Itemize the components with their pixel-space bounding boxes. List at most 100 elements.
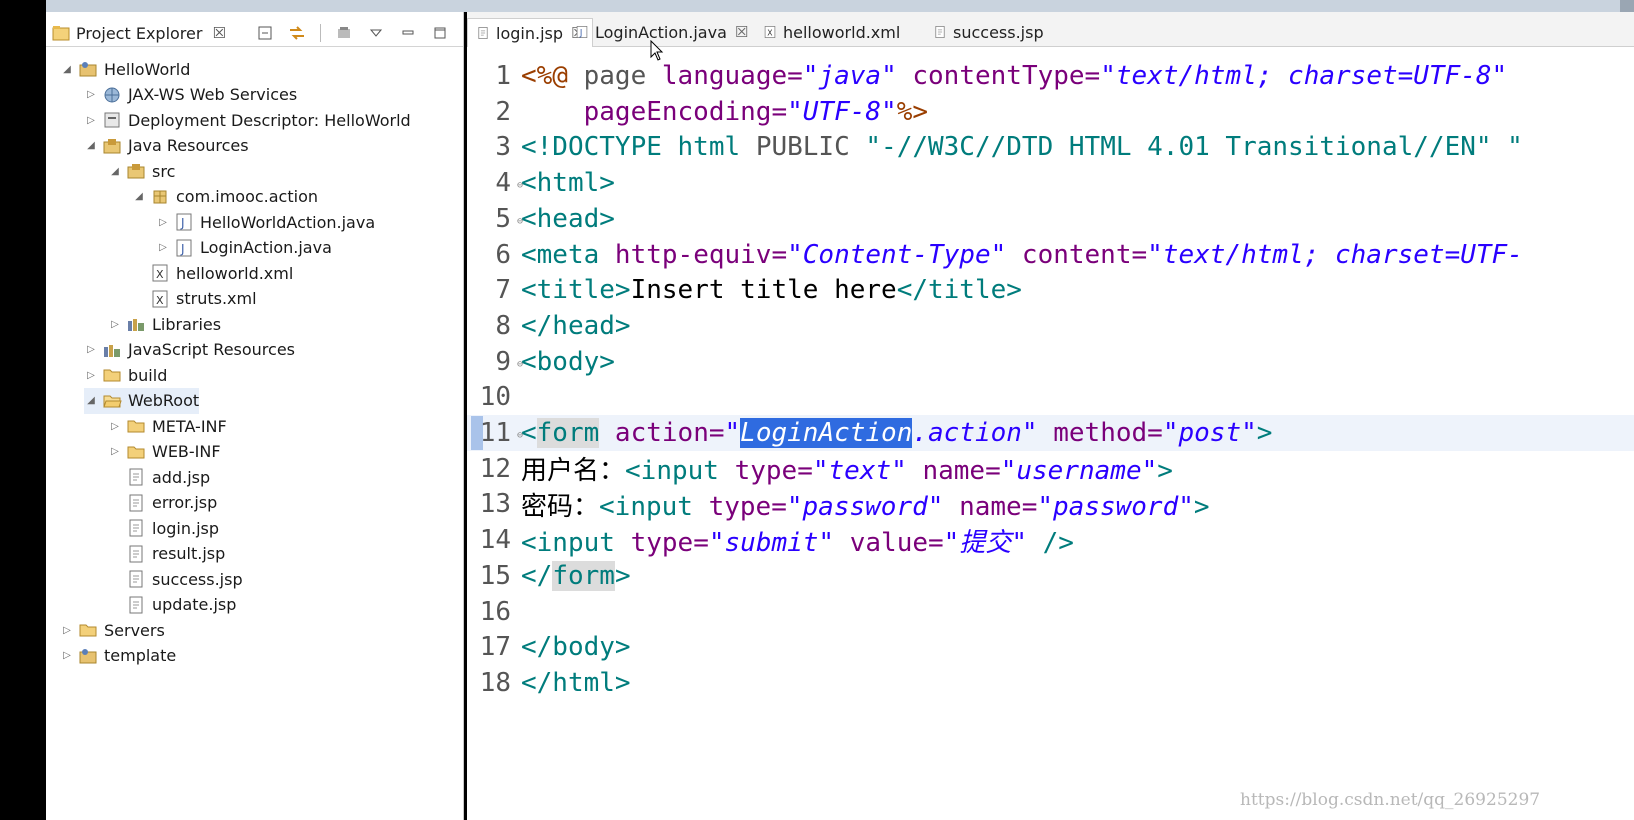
code-text: <meta http-equiv="Content-Type" content=… bbox=[515, 240, 1523, 270]
folder-icon bbox=[126, 443, 146, 461]
collapsed-arrow-icon[interactable]: ▷ bbox=[108, 421, 122, 432]
tree-item[interactable]: ▷ JavaScript Resources bbox=[84, 337, 295, 363]
jsp-file-icon bbox=[476, 25, 490, 41]
tree-item[interactable]: Xhelloworld.xml bbox=[132, 260, 293, 286]
code-line[interactable]: 3 <!DOCTYPE html PUBLIC "-//W3C//DTD HTML… bbox=[467, 129, 1634, 165]
code-line[interactable]: 14 <input type="submit" value="提交" /> bbox=[467, 522, 1634, 558]
tree-item[interactable]: ▷ J LoginAction.java bbox=[156, 235, 332, 261]
code-line[interactable]: 13 密码：<input type="password" name="passwo… bbox=[467, 486, 1634, 522]
code-line[interactable]: 10 bbox=[467, 379, 1634, 415]
minimize-icon[interactable] bbox=[399, 25, 417, 41]
scroll-thumb[interactable] bbox=[1620, 0, 1634, 12]
code-token: </title> bbox=[896, 275, 1022, 306]
tree-item[interactable]: ◢ Java Resources bbox=[84, 133, 248, 159]
code-token: method= bbox=[1037, 418, 1163, 448]
fold-icon[interactable]: ⊖ bbox=[517, 430, 523, 441]
code-line[interactable]: 12 用户名：<input type="text" name="username"… bbox=[467, 451, 1634, 487]
code-token: <body> bbox=[521, 346, 615, 377]
tree-item[interactable]: ◢ HelloWorld bbox=[60, 56, 190, 82]
code-line[interactable]: 18 </html> bbox=[467, 665, 1634, 701]
tree-item[interactable]: ▷ Servers bbox=[60, 617, 165, 643]
code-line[interactable]: 8 </head> bbox=[467, 308, 1634, 344]
code-token: "text/html; charset=UTF- bbox=[1147, 239, 1523, 270]
code-line[interactable]: 2 pageEncoding="UTF-8"%> bbox=[467, 94, 1634, 130]
tree-item[interactable]: error.jsp bbox=[108, 490, 217, 516]
code-text: </html> bbox=[515, 668, 631, 698]
code-token: pageEncoding= bbox=[521, 96, 788, 127]
tree-item[interactable]: ▷ J HelloWorldAction.java bbox=[156, 209, 375, 235]
code-line[interactable]: 5 ⊖ <head> bbox=[467, 201, 1634, 237]
close-tab-icon[interactable]: ☒ bbox=[735, 23, 748, 41]
tree-item[interactable]: ▷ Deployment Descriptor: HelloWorld bbox=[84, 107, 411, 133]
fold-icon[interactable]: ⊖ bbox=[517, 180, 523, 191]
code-line[interactable]: 4 ⊖ <html> bbox=[467, 165, 1634, 201]
expanded-arrow-icon[interactable]: ◢ bbox=[60, 64, 74, 75]
collapsed-arrow-icon[interactable]: ▷ bbox=[84, 344, 98, 355]
collapse-all-icon[interactable] bbox=[256, 25, 274, 41]
tree-item-label: com.imooc.action bbox=[176, 187, 318, 206]
explorer-toolbar bbox=[256, 24, 449, 42]
collapsed-arrow-icon[interactable]: ▷ bbox=[108, 319, 122, 330]
code-token: name= bbox=[943, 491, 1038, 522]
tree-item[interactable]: update.jsp bbox=[108, 592, 236, 618]
code-line[interactable]: 9 ⊖ <body> bbox=[467, 344, 1634, 380]
collapsed-arrow-icon[interactable]: ▷ bbox=[60, 650, 74, 661]
code-line[interactable]: 1 <%@ page language="java" contentType="t… bbox=[467, 58, 1634, 94]
collapsed-arrow-icon[interactable]: ▷ bbox=[156, 217, 170, 228]
expanded-arrow-icon[interactable]: ◢ bbox=[84, 140, 98, 151]
code-token: > bbox=[1157, 456, 1173, 487]
tree-item[interactable]: add.jsp bbox=[108, 464, 210, 490]
code-token: http-equiv= bbox=[614, 239, 788, 270]
tree-item-label: build bbox=[128, 365, 168, 385]
tree-item[interactable]: ▷ META-INF bbox=[108, 413, 227, 439]
code-token: name= bbox=[906, 456, 1001, 487]
tree-item[interactable]: Xstruts.xml bbox=[132, 286, 257, 312]
folder-icon bbox=[102, 366, 122, 384]
maximize-icon[interactable] bbox=[431, 25, 449, 41]
code-text: <html> bbox=[515, 168, 615, 198]
code-token: <input bbox=[521, 527, 631, 558]
filter-icon[interactable] bbox=[335, 25, 353, 41]
collapsed-arrow-icon[interactable]: ▷ bbox=[84, 370, 98, 381]
tree-item[interactable]: ▷ WEB-INF bbox=[108, 439, 220, 465]
expanded-arrow-icon[interactable]: ◢ bbox=[84, 395, 98, 406]
collapsed-arrow-icon[interactable]: ▷ bbox=[84, 115, 98, 126]
code-line[interactable]: 7 <title>Insert title here</title> bbox=[467, 272, 1634, 308]
tab-helloworld-xml[interactable]: Xhelloworld.xml bbox=[763, 18, 900, 46]
close-icon[interactable]: ☒ bbox=[212, 24, 225, 42]
link-with-editor-icon[interactable] bbox=[288, 25, 306, 41]
code-line[interactable]: 15 </form> bbox=[467, 558, 1634, 594]
tab-success-jsp[interactable]: success.jsp bbox=[933, 18, 1044, 46]
code-text: <!DOCTYPE html PUBLIC "-//W3C//DTD HTML … bbox=[515, 132, 1523, 162]
tree-item[interactable]: ▷ template bbox=[60, 643, 176, 669]
tree-item[interactable]: ▷ build bbox=[84, 362, 167, 388]
tree-item[interactable]: success.jsp bbox=[108, 566, 243, 592]
tree-item-label: template bbox=[104, 646, 177, 665]
tree-item[interactable]: ◢ src bbox=[108, 158, 175, 184]
code-line[interactable]: 17 </body> bbox=[467, 629, 1634, 665]
tree-item-label: Servers bbox=[104, 620, 165, 640]
code-line[interactable]: 11 ⊖ <form action="LoginAction.action" met… bbox=[467, 415, 1634, 451]
collapsed-arrow-icon[interactable]: ▷ bbox=[84, 89, 98, 100]
line-number: 14 bbox=[479, 525, 511, 556]
tree-item[interactable]: result.jsp bbox=[108, 541, 225, 567]
collapsed-arrow-icon[interactable]: ▷ bbox=[108, 446, 122, 457]
tree-item[interactable]: ◢ com.imooc.action bbox=[132, 184, 318, 210]
line-number: 16 bbox=[479, 596, 511, 627]
collapsed-arrow-icon[interactable]: ▷ bbox=[60, 625, 74, 636]
code-text: <input type="submit" value="提交" /> bbox=[515, 522, 1074, 559]
tree-item[interactable]: ▷ JAX-WS Web Services bbox=[84, 82, 297, 108]
expanded-arrow-icon[interactable]: ◢ bbox=[108, 166, 122, 177]
tree-item[interactable]: login.jsp bbox=[108, 515, 219, 541]
fold-icon[interactable]: ⊖ bbox=[517, 359, 523, 370]
code-line[interactable]: 6 <meta http-equiv="Content-Type" content… bbox=[467, 237, 1634, 273]
collapsed-arrow-icon[interactable]: ▷ bbox=[156, 242, 170, 253]
tree-item[interactable]: ▷ Libraries bbox=[108, 311, 221, 337]
tree-item[interactable]: ◢ WebRoot bbox=[84, 387, 200, 414]
fold-icon[interactable]: ⊖ bbox=[517, 216, 523, 227]
tab-project-explorer[interactable]: Project Explorer ☒ bbox=[52, 20, 226, 46]
expanded-arrow-icon[interactable]: ◢ bbox=[132, 191, 146, 202]
view-menu-icon[interactable] bbox=[367, 25, 385, 41]
code-token: type= bbox=[708, 491, 787, 522]
code-line[interactable]: 16 bbox=[467, 594, 1634, 630]
